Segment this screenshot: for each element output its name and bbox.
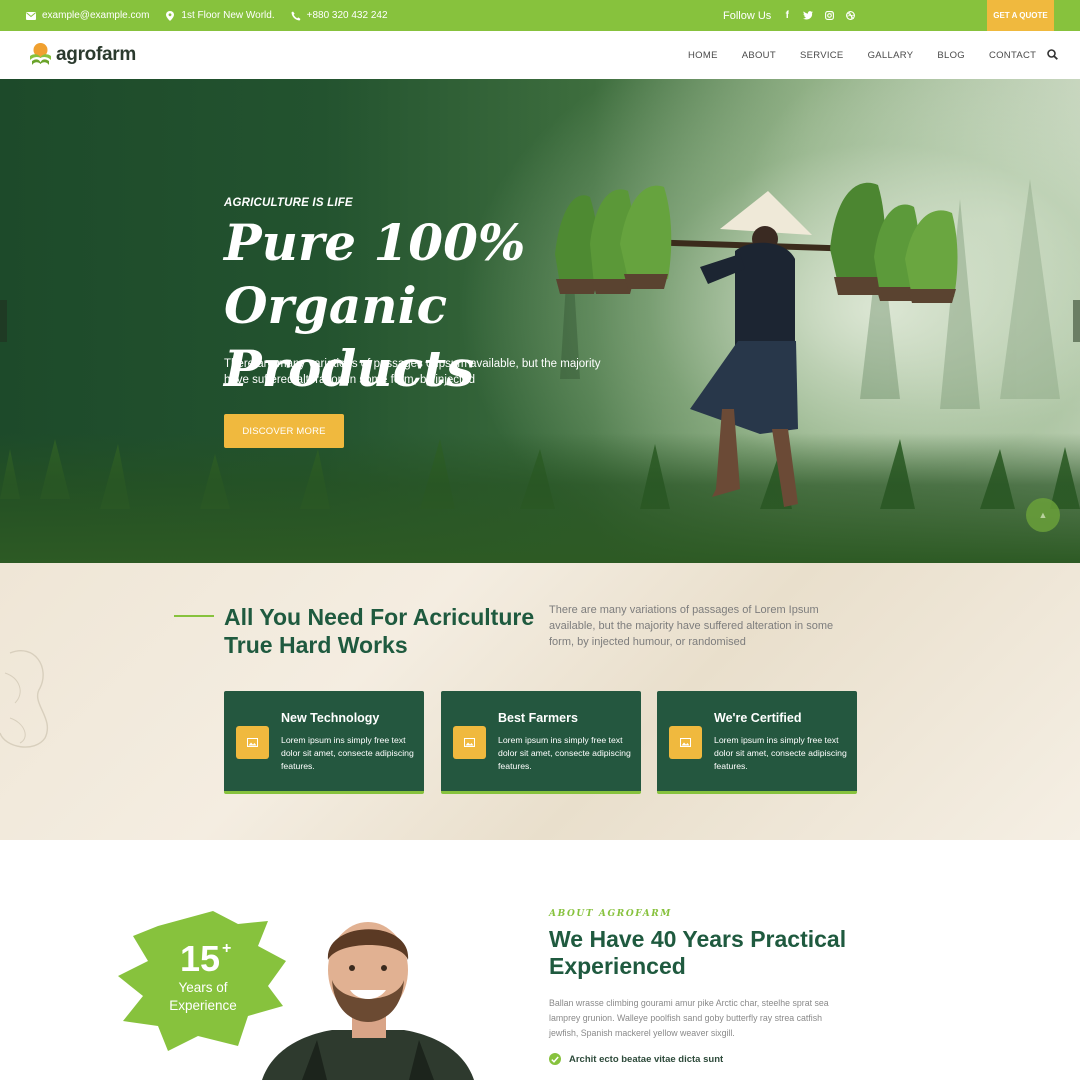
image-icon: [236, 726, 269, 759]
features-title-line-1: All You Need For Acriculture: [224, 604, 535, 630]
peanut-outline-icon: [0, 650, 48, 748]
envelope-icon: [26, 11, 36, 21]
hero-eyebrow: AGRICULTURE IS LIFE: [224, 197, 353, 209]
features-title: All You Need For Acriculture True Hard W…: [224, 603, 544, 659]
hero-title-line-1: Pure 100%: [224, 213, 526, 272]
get-a-quote-button[interactable]: GET A QUOTE: [987, 0, 1054, 31]
nav-item-home[interactable]: HOME: [688, 50, 718, 61]
phone-icon: [291, 11, 301, 21]
about-title: We Have 40 Years Practical Experienced: [549, 926, 847, 979]
features-section: All You Need For Acriculture True Hard W…: [0, 563, 1080, 840]
image-icon: [453, 726, 486, 759]
check-circle-icon: [549, 1053, 561, 1065]
discover-more-button[interactable]: DISCOVER MORE: [224, 414, 344, 448]
hero-description: There are many variations of passages of…: [224, 358, 601, 386]
experience-number: 15: [180, 938, 221, 979]
feature-card-text: Lorem ipsum ins simply free text dolor s…: [498, 735, 631, 771]
slider-prev-arrow[interactable]: [0, 300, 7, 342]
about-check-item: Archit ecto beatae vitae dicta sunt: [549, 1053, 723, 1065]
features-description: There are many variations of passages of…: [549, 604, 834, 648]
experience-label: Years of Experience: [169, 980, 237, 1013]
about-eyebrow: ABOUT AGROFARM: [549, 909, 672, 919]
about-section: 15 + Years of Experience ABOUT AGROFARM …: [0, 840, 1080, 1080]
address-text: 1st Floor New World.: [181, 10, 275, 21]
scroll-to-top-button[interactable]: ▲: [1026, 498, 1060, 532]
experience-plus: +: [222, 940, 232, 957]
feature-card-text: Lorem ipsum ins simply free text dolor s…: [714, 735, 847, 771]
phone-text: +880 320 432 242: [306, 10, 388, 21]
facebook-icon[interactable]: f: [782, 10, 792, 21]
contact-info: example@example.com 1st Floor New World.…: [26, 0, 396, 31]
logo-mark-icon: [30, 43, 51, 65]
feature-card-certified[interactable]: We're Certified Lorem ipsum ins simply f…: [657, 691, 857, 794]
nav-item-about[interactable]: ABOUT: [742, 50, 776, 61]
search-icon[interactable]: [1047, 49, 1058, 60]
feature-card-title: New Technology: [281, 711, 380, 725]
title-accent-line: [174, 615, 214, 617]
slider-next-arrow[interactable]: [1073, 300, 1080, 342]
nav-menu: HOME ABOUT SERVICE GALLARY BLOG CONTACT: [688, 31, 1036, 79]
twitter-icon[interactable]: [803, 11, 814, 21]
nav-item-blog[interactable]: BLOG: [937, 50, 965, 61]
phone-item[interactable]: +880 320 432 242: [291, 10, 388, 21]
feature-card-text: Lorem ipsum ins simply free text dolor s…: [281, 735, 414, 771]
address-item: 1st Floor New World.: [165, 10, 275, 21]
instagram-icon[interactable]: [824, 11, 834, 21]
feature-card-best-farmers[interactable]: Best Farmers Lorem ipsum ins simply free…: [441, 691, 641, 794]
dribbble-icon[interactable]: [845, 11, 855, 21]
top-bar: example@example.com 1st Floor New World.…: [0, 0, 1080, 31]
nav-item-gallary[interactable]: GALLARY: [868, 50, 914, 61]
feature-card-new-technology[interactable]: New Technology Lorem ipsum ins simply fr…: [224, 691, 424, 794]
chevron-up-icon: ▲: [1038, 510, 1048, 520]
feature-card-title: We're Certified: [714, 711, 802, 725]
email-item[interactable]: example@example.com: [26, 10, 149, 21]
follow-us: Follow Us f: [723, 0, 855, 31]
hero-slider: AGRICULTURE IS LIFE Pure 100% Organic Pr…: [0, 79, 1080, 563]
logo[interactable]: agrofarm: [29, 42, 136, 67]
nav-item-contact[interactable]: CONTACT: [989, 50, 1036, 61]
check-item-text: Archit ecto beatae vitae dicta sunt: [569, 1053, 724, 1065]
feature-card-title: Best Farmers: [498, 711, 578, 725]
nav-item-service[interactable]: SERVICE: [800, 50, 844, 61]
about-description: Ballan wrasse climbing gourami amur pike…: [549, 998, 829, 1038]
main-navigation: agrofarm HOME ABOUT SERVICE GALLARY BLOG…: [0, 31, 1080, 79]
map-pin-icon: [165, 10, 175, 21]
farmer-portrait: [262, 922, 474, 1080]
email-text: example@example.com: [42, 10, 150, 21]
features-title-line-2: True Hard Works: [224, 632, 408, 658]
image-icon: [669, 726, 702, 759]
brand-name: agrofarm: [56, 43, 136, 65]
follow-label: Follow Us: [723, 9, 772, 22]
